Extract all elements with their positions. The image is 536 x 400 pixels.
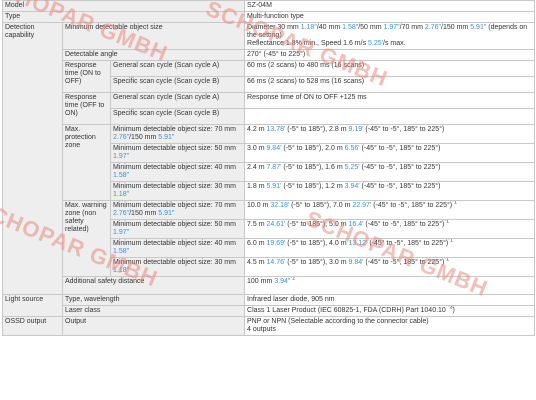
row-value: 4.2 m 13.78' (-5° to 185°), 2.8 m 9.19' … xyxy=(244,124,536,144)
section-label: Light source xyxy=(2,294,63,317)
row-label: Laser class xyxy=(61,305,246,317)
row-sublabel: Specific scan cycle (Scan cycle B) xyxy=(109,76,246,93)
row-label: Output xyxy=(61,316,246,336)
row-label: Max. protection zone xyxy=(62,124,111,201)
row-value: 1.8 m 5.91' (-5° to 185°), 1.2 m 3.94' (… xyxy=(244,181,536,201)
row-value: Multi-function type xyxy=(244,11,536,23)
table-row: Detection capability Minimum detectable … xyxy=(2,22,536,295)
row-label: Model xyxy=(1,0,246,12)
row-label: Detectable angle xyxy=(61,49,246,61)
table-row: Laser class Class 1 Laser Product (IEC 6… xyxy=(3,305,536,317)
row-value: 2.4 m 7.87' (-5° to 185°), 1.6 m 5.25' (… xyxy=(244,162,536,182)
row-value: PNP or NPN (Selectable according to the … xyxy=(244,316,536,336)
row-value xyxy=(244,108,536,125)
row-value: 100 mm 3.94"*2 xyxy=(244,276,536,295)
row-sublabel: Minimum detectable object size: 30 mm 1.… xyxy=(109,181,246,201)
row-value: 7.5 m 24.61' (-5° to 185°), 5.0 m 16.4' … xyxy=(244,219,536,239)
row-value: Response time of ON to OFF +125 ms xyxy=(244,92,536,109)
table-row: Additional safety distance 100 mm 3.94"*… xyxy=(3,276,536,295)
row-value: 3.0 m 9.84' (-5° to 185°), 2.0 m 6.56' (… xyxy=(244,143,536,163)
row-value: Infrared laser diode, 905 nm xyxy=(244,294,536,306)
row-sublabel: General scan cycle (Scan cycle A) xyxy=(109,92,246,109)
row-sublabel: Minimum detectable object size: 40 mm 1.… xyxy=(109,162,246,182)
row-value: Diameter 30 mm 1.18"/40 mm 1.58"/50 mm 1… xyxy=(244,22,536,50)
row-value: 66 ms (2 scans) to 528 ms (16 scans) xyxy=(244,76,536,93)
row-sublabel: Minimum detectable object size: 50 mm 1.… xyxy=(109,219,246,239)
table-row: Max. protection zone Minimum detectable … xyxy=(3,124,536,201)
row-label: Minimum detectable object size xyxy=(61,22,246,50)
spec-table: Model SZ-04M Type Multi-function type De… xyxy=(1,0,536,336)
row-sublabel: Specific scan cycle (Scan cycle B) xyxy=(109,108,246,125)
row-sublabel: Minimum detectable object size: 40 mm 1.… xyxy=(109,238,246,258)
row-value: 10.0 m 32.18' (-5° to 185°), 7.0 m 22.97… xyxy=(244,200,536,220)
row-value: 270° (-45° to 225°) xyxy=(244,49,536,61)
row-sublabel: Minimum detectable object size: 30 mm 1.… xyxy=(109,257,246,277)
row-label: Type xyxy=(1,11,246,23)
table-row: Light source Type, wavelength Infrared l… xyxy=(2,294,536,317)
row-value: SZ-04M xyxy=(244,0,536,12)
row-label: Max. warning zone (non safety related) xyxy=(62,200,111,277)
row-value: Class 1 Laser Product (IEC 60825-1, FDA … xyxy=(244,305,536,317)
table-row: Response time (OFF to ON) General scan c… xyxy=(3,92,536,125)
row-label: Type, wavelength xyxy=(61,294,246,306)
row-label: Response time (ON to OFF) xyxy=(62,60,111,93)
row-sublabel: Minimum detectable object size: 50 mm 1.… xyxy=(109,143,246,163)
table-row: Type Multi-function type xyxy=(1,11,536,23)
row-sublabel: General scan cycle (Scan cycle A) xyxy=(109,60,246,77)
table-row: Detectable angle 270° (-45° to 225°) xyxy=(3,49,536,61)
row-sublabel: Minimum detectable object size: 70 mm 2.… xyxy=(109,200,246,220)
row-value: 6.0 m 19.69' (-5° to 185°), 4.0 m 13.12'… xyxy=(244,238,536,258)
table-row: OSSD output Output PNP or NPN (Selectabl… xyxy=(2,316,536,336)
row-value: 4.5 m 14.76' (-5° to 185°), 3.0 m 9.84' … xyxy=(244,257,536,277)
table-row: Max. warning zone (non safety related) M… xyxy=(3,200,536,277)
table-row: Response time (ON to OFF) General scan c… xyxy=(3,60,536,93)
table-row: Model SZ-04M xyxy=(1,0,536,12)
row-sublabel: Minimum detectable object size: 70 mm 2.… xyxy=(109,124,246,144)
row-value: 60 ms (2 scans) to 480 ms (16 scans) xyxy=(244,60,536,77)
section-label: Detection capability xyxy=(2,22,63,295)
row-label: Response time (OFF to ON) xyxy=(62,92,111,125)
section-label: OSSD output xyxy=(2,316,63,336)
row-label: Additional safety distance xyxy=(61,276,246,295)
